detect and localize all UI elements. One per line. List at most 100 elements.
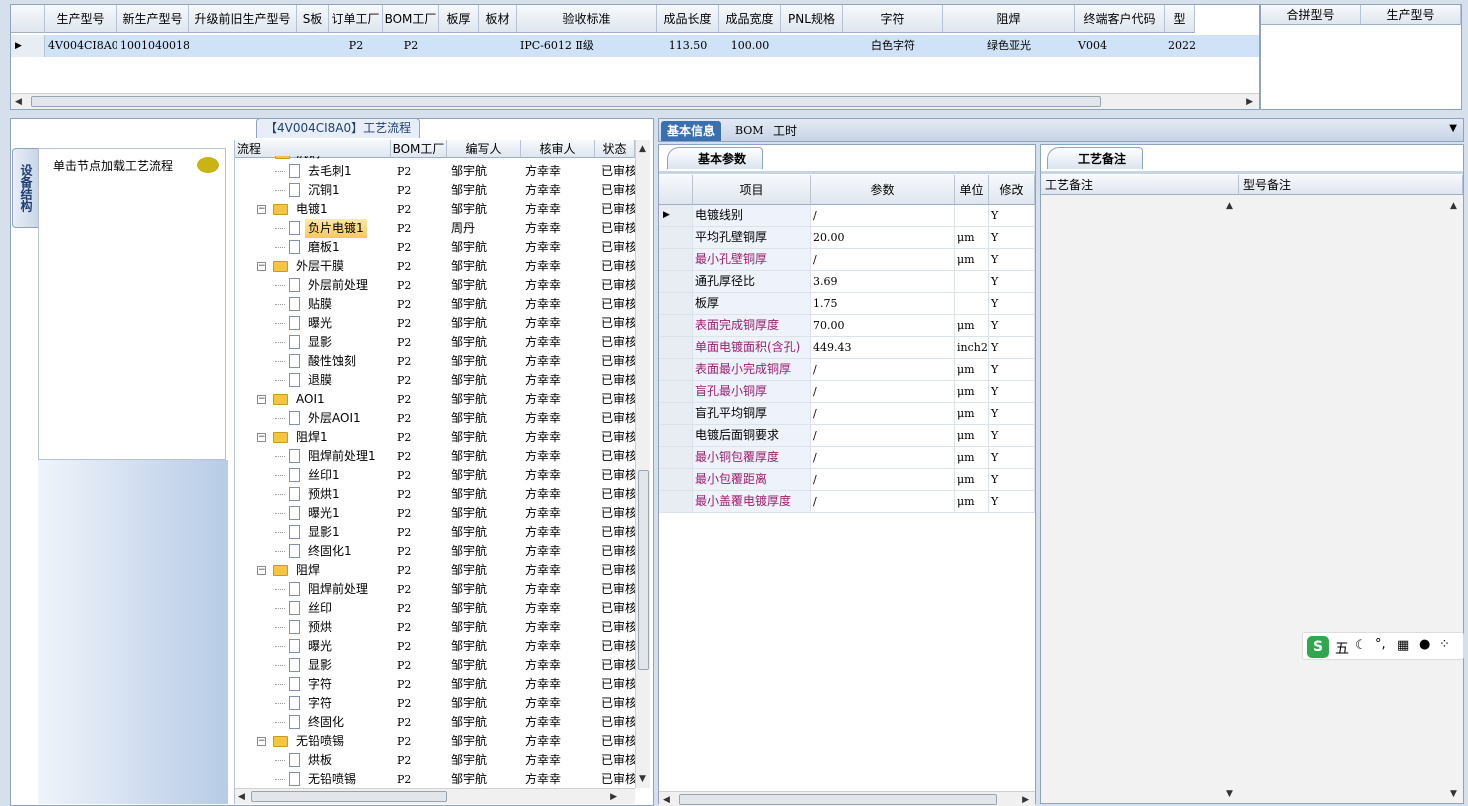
grid-header-3[interactable]: S板 [297,5,329,33]
tree-row[interactable]: − 电镀1 P2 邹宇航 方幸幸 已审核 [235,200,635,219]
param-value[interactable]: / [811,403,955,424]
keyboard-icon[interactable]: ▦ [1397,638,1409,653]
tree-row[interactable]: 负片电镀1 P2 周丹 方幸幸 已审核 [235,219,635,238]
grid-cell-8[interactable]: IPC-6012 Ⅱ级 [517,35,657,57]
grid-cell-10[interactable]: 100.00 [719,35,781,57]
apps-icon[interactable]: ⁘ [1439,637,1450,652]
tree-row[interactable]: 预烘 P2 邹宇航 方幸幸 已审核 [235,618,635,637]
grid-cell-11[interactable] [781,35,843,57]
param-row[interactable]: 盲孔平均铜厚 / μm Y [659,403,1035,425]
param-modify[interactable]: Y [989,293,1035,314]
tree-vscroll[interactable]: ▲ ▼ [635,140,650,788]
tree-row[interactable]: 显影 P2 邹宇航 方幸幸 已审核 [235,656,635,675]
param-row[interactable]: 单面电镀面积(含孔) 449.43 inch2 Y [659,337,1035,359]
param-row-selector[interactable] [659,293,693,314]
params-header-modify[interactable]: 修改 [989,175,1035,205]
param-row[interactable]: 板厚 1.75 Y [659,293,1035,315]
tab-process-notes[interactable]: 工艺备注 [1047,147,1144,169]
tree-row[interactable]: − AOI1 P2 邹宇航 方幸幸 已审核 [235,390,635,409]
param-row[interactable]: 盲孔最小铜厚 / μm Y [659,381,1035,403]
tree-row[interactable]: 字符 P2 邹宇航 方幸幸 已审核 [235,675,635,694]
param-row[interactable]: 通孔厚径比 3.69 Y [659,271,1035,293]
grid-cell-15[interactable]: 2022/ [1165,35,1195,57]
hint-box[interactable]: 单击节点加载工艺流程 [38,148,226,460]
tree-row[interactable]: − 无铅喷锡 P2 邹宇航 方幸幸 已审核 [235,732,635,751]
grid-cell-0[interactable]: 4V004CI8A0 [45,35,117,57]
tree-row[interactable]: 外层AOI1 P2 邹宇航 方幸幸 已审核 [235,409,635,428]
param-row[interactable]: 平均孔壁铜厚 20.00 μm Y [659,227,1035,249]
tree-row[interactable]: 无铅喷锡 P2 邹宇航 方幸幸 已审核 [235,770,635,786]
tree-row[interactable]: − 外层干膜 P2 邹宇航 方幸幸 已审核 [235,257,635,276]
tree-row[interactable]: 外层前处理 P2 邹宇航 方幸幸 已审核 [235,276,635,295]
param-value[interactable]: / [811,381,955,402]
param-modify[interactable]: Y [989,271,1035,292]
param-row[interactable]: 表面最小完成铜厚 / μm Y [659,359,1035,381]
param-row-selector[interactable]: ▶ [659,205,693,226]
process-notes-area[interactable] [1041,195,1239,803]
row-selector-icon[interactable]: ▶ [11,35,45,57]
params-header-item[interactable]: 项目 [693,175,811,205]
params-header-value[interactable]: 参数 [811,175,955,205]
param-value[interactable]: / [811,469,955,490]
collapse-icon[interactable]: − [257,262,266,271]
param-value[interactable]: / [811,425,955,446]
device-structure-tab[interactable]: 设备结构 [12,148,38,228]
tab-work-hours[interactable]: 工时 [767,121,803,141]
param-row-selector[interactable] [659,271,693,292]
tab-basic-info[interactable]: 基本信息 [661,121,722,141]
param-modify[interactable]: Y [989,447,1035,468]
production-model-header[interactable]: 生产型号 [1361,5,1461,25]
collapse-icon[interactable]: − [257,433,266,442]
collapse-icon[interactable]: − [257,566,266,575]
param-modify[interactable]: Y [989,359,1035,380]
tree-row[interactable]: 退膜 P2 邹宇航 方幸幸 已审核 [235,371,635,390]
grid-header-15[interactable]: 型 [1165,5,1195,33]
tree-row[interactable]: 字符 P2 邹宇航 方幸幸 已审核 [235,694,635,713]
param-row[interactable]: ▶ 电镀线别 / Y [659,205,1035,227]
grid-header-13[interactable]: 阻焊 [943,5,1075,33]
param-modify[interactable]: Y [989,469,1035,490]
grid-cell-4[interactable]: P2 [329,35,383,57]
param-row-selector[interactable] [659,249,693,270]
param-value[interactable]: 1.75 [811,293,955,314]
param-row[interactable]: 最小孔壁铜厚 / μm Y [659,249,1035,271]
param-row[interactable]: 电镀后面铜要求 / μm Y [659,425,1035,447]
param-modify[interactable]: Y [989,403,1035,424]
notes-header-process[interactable]: 工艺备注 [1041,175,1239,195]
param-value[interactable]: / [811,447,955,468]
grid-header-6[interactable]: 板厚 [439,5,479,33]
tree-hscroll[interactable]: ◀ ▶ [235,788,635,804]
param-row-selector[interactable] [659,447,693,468]
param-value[interactable]: 70.00 [811,315,955,336]
tree-row[interactable]: 烘板 P2 邹宇航 方幸幸 已审核 [235,751,635,770]
grid-header-0[interactable]: 生产型号 [45,5,117,33]
grid-cell-14[interactable]: V004 [1075,35,1165,57]
grid-header-10[interactable]: 成品宽度 [719,5,781,33]
param-row-selector[interactable] [659,425,693,446]
param-modify[interactable]: Y [989,337,1035,358]
grid-header-7[interactable]: 板材 [479,5,517,33]
params-header-unit[interactable]: 单位 [955,175,989,205]
param-value[interactable]: 3.69 [811,271,955,292]
param-modify[interactable]: Y [989,249,1035,270]
notes-header-model[interactable]: 型号备注 [1239,175,1463,195]
grid-header-4[interactable]: 订单工厂 [329,5,383,33]
param-row[interactable]: 最小包覆距离 / μm Y [659,469,1035,491]
tree-row[interactable]: 贴膜 P2 邹宇航 方幸幸 已审核 [235,295,635,314]
param-row-selector[interactable] [659,403,693,424]
param-row[interactable]: 最小铜包覆厚度 / μm Y [659,447,1035,469]
tree-row[interactable]: 终固化 P2 邹宇航 方幸幸 已审核 [235,713,635,732]
process-flow-tab[interactable]: 【4V004CI8A0】工艺流程 [256,118,421,138]
tree-row[interactable]: 沉铜1 P2 邹宇航 方幸幸 已审核 [235,181,635,200]
merge-model-header[interactable]: 合拼型号 [1261,5,1361,25]
param-modify[interactable]: Y [989,315,1035,336]
grid-header-11[interactable]: PNL规格 [781,5,843,33]
tree-row[interactable]: 阻焊前处理1 P2 邹宇航 方幸幸 已审核 [235,447,635,466]
param-value[interactable]: / [811,491,955,512]
moon-icon[interactable]: ☾ [1355,638,1367,653]
param-modify[interactable]: Y [989,491,1035,512]
param-row-selector[interactable] [659,469,693,490]
model-notes-vscroll[interactable]: ▲ ▼ [1447,195,1463,803]
ime-mode[interactable]: 五 [1335,638,1349,658]
tree-row[interactable]: 显影1 P2 邹宇航 方幸幸 已审核 [235,523,635,542]
